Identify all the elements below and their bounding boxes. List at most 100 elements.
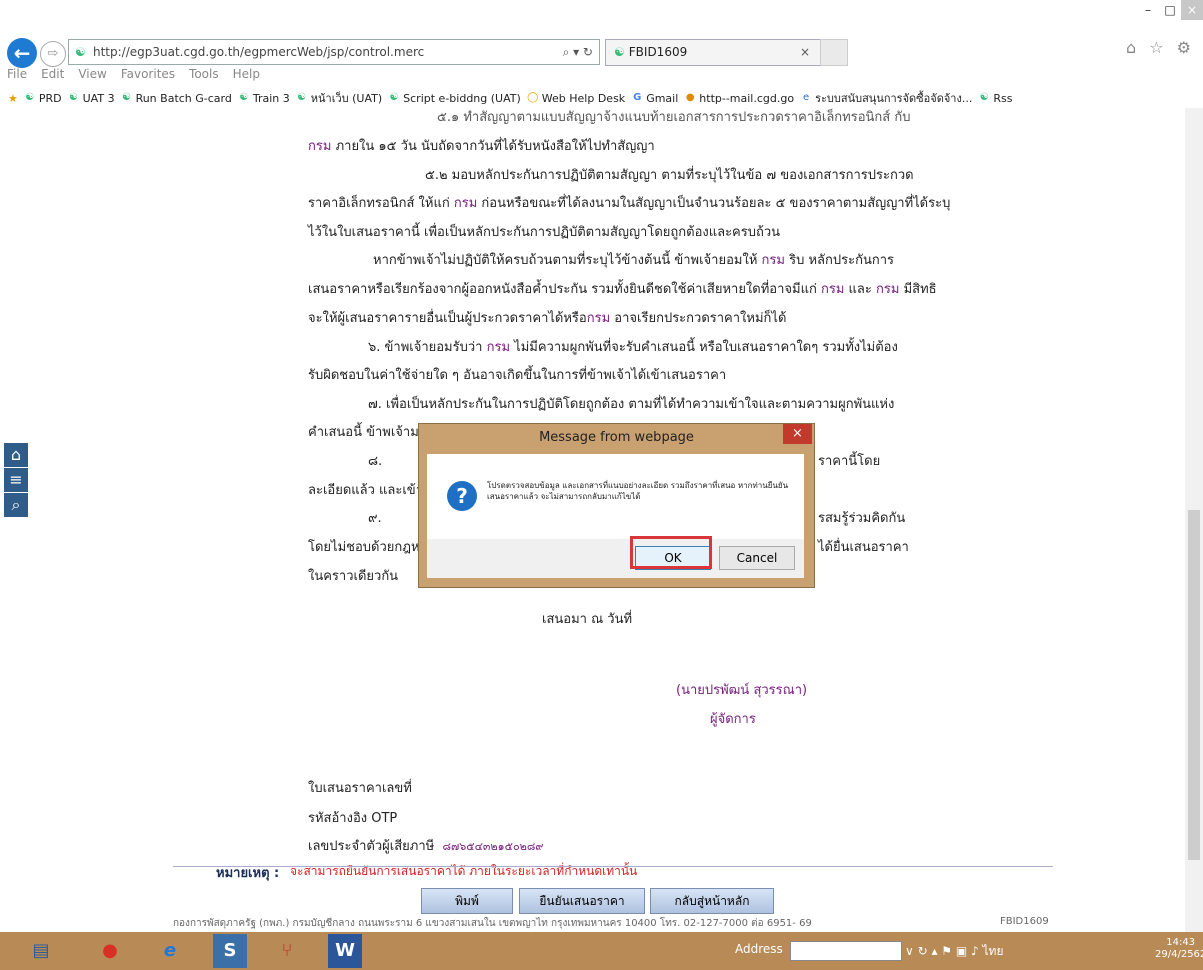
home-icon[interactable]: ⌂ <box>4 443 28 467</box>
doc-line: โดยไม่ชอบด้วยกฎหม <box>308 540 429 555</box>
menu-icon[interactable]: ≡ <box>4 468 28 492</box>
doc-line: ในคราวเดียวกัน <box>308 569 399 584</box>
footer-address: กองการพัสดุภาครัฐ (กพภ.) กรมบัญชีกลาง ถน… <box>173 918 812 929</box>
footer-code: FBID1609 <box>1000 916 1049 927</box>
menu-help[interactable]: Help <box>233 67 260 85</box>
menu-edit[interactable]: Edit <box>41 67 64 85</box>
dialog-close-button[interactable]: × <box>783 424 812 444</box>
ie-page-icon: ☯ <box>297 92 307 103</box>
back-home-button[interactable]: กลับสู่หน้าหลัก <box>650 888 774 914</box>
doc-line: ราคาอิเล็กทรอนิกส์ ให้แก่ กรม ก่อนหรือขณ… <box>308 196 951 211</box>
menu-bar: File Edit View Favorites Tools Help <box>7 67 260 85</box>
clock-time: 14:43 <box>1166 937 1196 948</box>
offer-date: เสนอมา ณ วันที่ <box>542 612 633 627</box>
doc-line: เสนอราคาหรือเรียกร้องจากผู้ออกหนังสือค้ำ… <box>308 282 937 297</box>
browser-tab[interactable]: ☯ FBID1609 × <box>605 39 821 66</box>
doc-line: จะให้ผู้เสนอราคารายอื่นเป็นผู้ประกวดราคา… <box>308 311 787 326</box>
menu-favorites[interactable]: Favorites <box>121 67 175 85</box>
fav-item[interactable]: ☯ Run Batch G-card <box>121 92 232 105</box>
chrome-icon[interactable]: ● <box>85 934 135 968</box>
favicon-icon: ☯ <box>75 45 86 59</box>
quote-number-label: ใบเสนอราคาเลขที่ <box>308 781 412 796</box>
acrobat-icon[interactable]: ⑂ <box>262 934 312 968</box>
forward-button[interactable]: ⇨ <box>40 41 66 67</box>
signer-name: (นายปรพัฒน์ สุวรรณา) <box>676 683 808 698</box>
search-refresh-icon[interactable]: ⌕ ▾ ↻ <box>563 40 593 64</box>
doc-line: คำเสนอนี้ ข้าพเจ้ามอ <box>308 425 427 440</box>
fav-item[interactable]: ☯ Rss <box>978 92 1013 105</box>
doc-line-partial: ๕.๑ ทำสัญญาตามแบบสัญญาจ้างแนบท้ายเอกสารก… <box>437 110 911 125</box>
message-dialog: Message from webpage × ? โปรดตรวจสอบข้อม… <box>418 423 815 588</box>
doc-line: รับผิดชอบในค่าใช้จ่ายใด ๆ อันอาจเกิดขึ้น… <box>308 368 727 383</box>
helpdesk-icon: ◯ <box>527 92 539 103</box>
clock[interactable]: 14:43 29/4/2562 <box>1155 937 1203 961</box>
ie-page-icon: ☯ <box>239 92 249 103</box>
signer-title: ผู้จัดการ <box>710 712 756 727</box>
window-controls: – □ × <box>1137 0 1203 22</box>
address-bar[interactable]: ☯ http://egp3uat.cgd.go.th/egpmercWeb/jsp… <box>68 39 600 65</box>
taskbar-address-input[interactable] <box>790 941 902 961</box>
tab-close-icon[interactable]: × <box>800 40 810 65</box>
doc-line: ราคานี้โดย <box>818 454 881 469</box>
fav-item[interactable]: ☯ UAT 3 <box>68 92 114 105</box>
cancel-button[interactable]: Cancel <box>719 546 795 570</box>
question-icon: ? <box>447 481 477 511</box>
ie-icon: e <box>803 92 810 103</box>
menu-file[interactable]: File <box>7 67 27 85</box>
file-explorer-icon[interactable]: ▤ <box>16 934 66 968</box>
doc-line: ๙. <box>368 511 382 526</box>
fav-item[interactable]: ◯ Web Help Desk <box>527 92 625 105</box>
ie-page-icon: ☯ <box>69 92 79 103</box>
ie-page-icon: ☯ <box>122 92 132 103</box>
taskbar: ▤ ● e S ⑂ W Address ∨ ↻ ▴ ⚑ ▣ ♪ ไทย 14:4… <box>0 932 1203 970</box>
fav-item[interactable]: ☯ PRD <box>24 92 61 105</box>
doc-line: รสมรู้ร่วมคิดกัน <box>818 511 906 526</box>
tab-title: FBID1609 <box>628 45 688 59</box>
note-text: จะสามารถยืนยันการเสนอราคาได้ ภายในระยะเว… <box>290 864 638 878</box>
doc-line: ละเอียดแล้ว และเข้าใ <box>308 483 430 498</box>
maximize-button[interactable]: □ <box>1159 0 1181 20</box>
side-toolbar: ⌂ ≡ ⌕ <box>4 443 28 518</box>
ie-page-icon: ☯ <box>25 92 35 103</box>
ie-page-icon: ☯ <box>979 92 989 103</box>
snagit-icon[interactable]: S <box>213 934 247 968</box>
menu-tools[interactable]: Tools <box>189 67 219 85</box>
menu-view[interactable]: View <box>78 67 106 85</box>
tab-favicon-icon: ☯ <box>614 45 625 59</box>
fav-item[interactable]: ☯ Script e-biddng (UAT) <box>388 92 521 105</box>
fav-item[interactable]: G Gmail <box>631 92 678 105</box>
search-icon[interactable]: ⌕ <box>4 493 28 517</box>
doc-line: ๖. ข้าพเจ้ายอมรับว่า กรม ไม่มีความผูกพัน… <box>368 340 898 355</box>
word-icon[interactable]: W <box>328 934 362 968</box>
favorites-star-icon[interactable]: ★ <box>8 92 18 105</box>
home-star-gear-icons[interactable]: ⌂ ☆ ⚙ <box>1126 38 1195 57</box>
dialog-body: ? โปรดตรวจสอบข้อมูล และเอกสารที่แนบอย่าง… <box>427 454 804 539</box>
dialog-footer: OK Cancel <box>427 539 804 578</box>
doc-line: ได้ยื่นเสนอราคา <box>818 540 909 555</box>
system-tray[interactable]: ∨ ↻ ▴ ⚑ ▣ ♪ ไทย <box>905 942 1003 961</box>
confirm-offer-button[interactable]: ยืนยันเสนอราคา <box>519 888 645 914</box>
back-button[interactable]: ← <box>7 38 37 68</box>
print-button[interactable]: พิมพ์ <box>421 888 513 914</box>
url-text: http://egp3uat.cgd.go.th/egpmercWeb/jsp/… <box>93 45 425 59</box>
fav-item[interactable]: e ระบบสนับสนุนการจัดซื้อจัดจ้าง... <box>800 89 972 107</box>
tax-id-row: เลขประจำตัวผู้เสียภาษี ๘๗๖๕๔๓๒๑๕๐๒๘๙ <box>308 839 544 854</box>
doc-line: ๕.๒ มอบหลักประกันการปฏิบัติตามสัญญา ตามท… <box>425 168 914 183</box>
clock-date: 29/4/2562 <box>1155 949 1203 960</box>
fav-item[interactable]: ☯ Train 3 <box>238 92 289 105</box>
fav-item[interactable]: ☯ หน้าเว็บ (UAT) <box>296 89 382 107</box>
otp-label: รหัสอ้างอิง OTP <box>308 811 398 826</box>
close-window-button[interactable]: × <box>1181 0 1203 20</box>
tax-id-value: ๘๗๖๕๔๓๒๑๕๐๒๘๙ <box>442 840 544 853</box>
doc-line: ไว้ในใบเสนอราคานี้ เพื่อเป็นหลักประกันกา… <box>308 225 781 240</box>
favorites-bar: ★ ☯ PRD ☯ UAT 3 ☯ Run Batch G-card ☯ Train 3… <box>0 88 1203 108</box>
ie-icon[interactable]: e <box>145 934 195 968</box>
doc-line: ๘. <box>368 454 383 469</box>
mail-icon: ● <box>685 92 695 103</box>
minimize-button[interactable]: – <box>1137 0 1159 20</box>
fav-item[interactable]: ● http--mail.cgd.go <box>684 92 794 105</box>
ok-highlight-box <box>630 536 712 569</box>
scrollbar-thumb[interactable] <box>1188 510 1200 860</box>
footer-divider <box>173 866 1053 867</box>
new-tab-button[interactable] <box>820 39 848 66</box>
